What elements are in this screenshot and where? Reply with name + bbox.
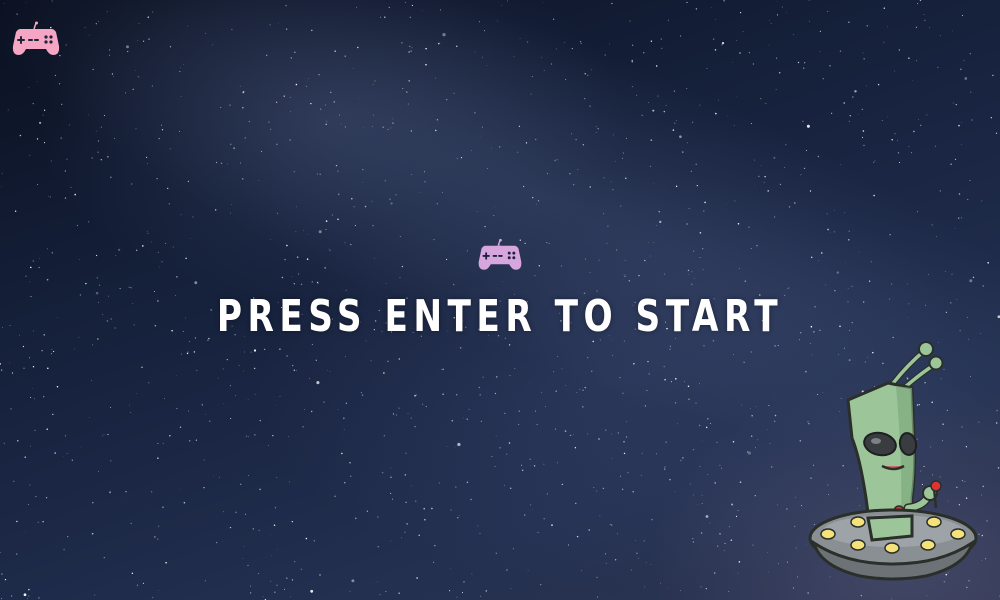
start-prompt-block: PRESS ENTER TO START — [0, 236, 1000, 342]
gamepad-icon — [478, 238, 522, 270]
alien-ufo-mascot — [808, 341, 978, 581]
gamepad-icon[interactable] — [10, 20, 62, 58]
start-screen: PRESS ENTER TO START — [0, 0, 1000, 600]
press-enter-prompt[interactable]: PRESS ENTER TO START — [110, 291, 890, 342]
